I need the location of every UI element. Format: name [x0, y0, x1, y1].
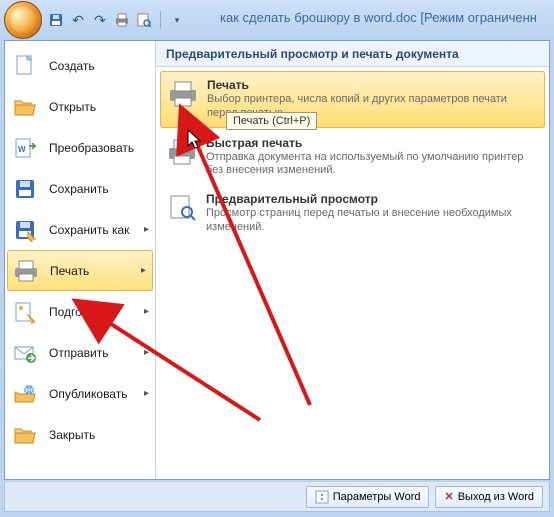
quick-access-toolbar: ↶ ↷ ▾ [48, 11, 185, 29]
menu-item-prepare[interactable]: Подготовить ▸ [5, 291, 155, 332]
cmd-print[interactable]: Печать Выбор принтера, числа копий и дру… [160, 71, 545, 128]
print-preview-icon[interactable] [136, 12, 152, 28]
cmd-title: Быстрая печать [206, 136, 539, 150]
menu-label: Закрыть [49, 428, 95, 442]
exit-word-button[interactable]: ✕ Выход из Word [435, 486, 543, 508]
print-icon [12, 258, 40, 284]
save-icon[interactable] [48, 12, 64, 28]
tooltip: Печать (Ctrl+P) [226, 112, 317, 130]
cmd-preview[interactable]: Предварительный просмотр Просмотр страни… [160, 186, 545, 241]
qat-separator [160, 11, 161, 29]
menu-right-panel: Предварительный просмотр и печать докуме… [156, 41, 549, 479]
print-icon [167, 78, 199, 110]
prepare-icon [11, 299, 39, 325]
window-title: как сделать брошюру в word.doc [Режим ог… [220, 10, 537, 25]
exit-icon: ✕ [444, 490, 453, 503]
options-icon [315, 490, 329, 504]
cmd-title: Печать [207, 78, 538, 92]
undo-icon[interactable]: ↶ [70, 12, 86, 28]
menu-item-print[interactable]: Печать ▸ [7, 250, 153, 291]
panel-header: Предварительный просмотр и печать докуме… [156, 41, 549, 67]
submenu-arrow-icon: ▸ [144, 347, 149, 358]
menu-item-publish[interactable]: Опубликовать ▸ [5, 373, 155, 414]
cmd-desc: Отправка документа на используемый по ум… [206, 151, 539, 179]
menu-label: Сохранить как [49, 223, 129, 237]
convert-icon: W [11, 135, 39, 161]
menu-label: Преобразовать [49, 141, 134, 155]
menu-label: Создать [49, 59, 95, 73]
send-icon [11, 340, 39, 366]
menu-label: Печать [50, 264, 89, 278]
menu-item-send[interactable]: Отправить ▸ [5, 332, 155, 373]
menu-label: Опубликовать [49, 387, 127, 401]
cmd-desc: Просмотр страниц перед печатью и внесени… [206, 207, 539, 235]
cmd-quick-print[interactable]: Быстрая печать Отправка документа на исп… [160, 130, 545, 185]
qat-dropdown-icon[interactable]: ▾ [169, 12, 185, 28]
submenu-arrow-icon: ▸ [141, 265, 146, 276]
submenu-arrow-icon: ▸ [144, 388, 149, 399]
quick-print-icon [166, 136, 198, 168]
close-icon [11, 422, 39, 448]
word-options-button[interactable]: Параметры Word [306, 486, 430, 508]
menu-label: Отправить [49, 346, 109, 360]
menu-item-save[interactable]: Сохранить [5, 168, 155, 209]
redo-icon[interactable]: ↷ [92, 12, 108, 28]
office-button[interactable] [4, 1, 42, 39]
menu-item-save-as[interactable]: Сохранить как ▸ [5, 209, 155, 250]
save-icon [11, 176, 39, 202]
new-icon [11, 53, 39, 79]
title-bar: ↶ ↷ ▾ как сделать брошюру в word.doc [Ре… [0, 0, 554, 40]
panel-body: Печать Выбор принтера, числа копий и дру… [156, 67, 549, 479]
menu-label: Сохранить [49, 182, 109, 196]
svg-text:W: W [18, 145, 26, 154]
open-icon [11, 94, 39, 120]
office-menu: Создать Открыть W Преобразовать Сохранит… [4, 40, 550, 480]
quick-print-icon[interactable] [114, 12, 130, 28]
menu-label: Подготовить [49, 305, 118, 319]
button-label: Параметры Word [333, 491, 421, 503]
cmd-title: Предварительный просмотр [206, 192, 539, 206]
menu-label: Открыть [49, 100, 96, 114]
menu-item-close[interactable]: Закрыть [5, 414, 155, 455]
menu-item-new[interactable]: Создать [5, 45, 155, 86]
save-as-icon [11, 217, 39, 243]
menu-item-open[interactable]: Открыть [5, 86, 155, 127]
publish-icon [11, 381, 39, 407]
preview-icon [166, 192, 198, 224]
menu-left-column: Создать Открыть W Преобразовать Сохранит… [5, 41, 156, 479]
menu-footer: Параметры Word ✕ Выход из Word [4, 482, 550, 512]
submenu-arrow-icon: ▸ [144, 224, 149, 235]
button-label: Выход из Word [458, 491, 534, 503]
menu-item-convert[interactable]: W Преобразовать [5, 127, 155, 168]
submenu-arrow-icon: ▸ [144, 306, 149, 317]
